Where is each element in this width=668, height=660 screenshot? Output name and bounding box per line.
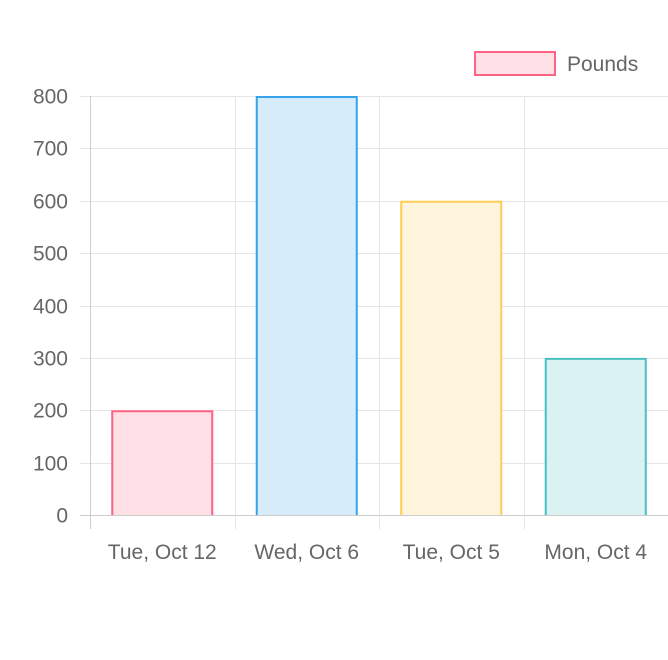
bar-chart: 0 100 200 300 400 500 600 700 800 Tue, Oct 12 Wed… — [0, 0, 668, 660]
x-tick-label: Wed, Oct 6 — [254, 541, 359, 564]
y-tick-label: 800 — [33, 86, 68, 109]
bar[interactable] — [255, 96, 358, 515]
y-tick-label: 100 — [33, 453, 68, 476]
y-tick-labels: 0 100 200 300 400 500 600 700 800 — [33, 86, 68, 528]
y-tick-label: 600 — [33, 191, 68, 214]
x-tick-label: Mon, Oct 4 — [544, 541, 647, 564]
bar[interactable] — [544, 357, 647, 515]
x-tick-labels: Tue, Oct 12 Wed, Oct 6 Tue, Oct 5 Mon, Oct … — [108, 541, 648, 564]
x-tick-label: Tue, Oct 12 — [108, 541, 217, 564]
y-tick-label: 200 — [33, 400, 68, 423]
legend[interactable]: Pounds — [474, 51, 638, 76]
y-tick-label: 700 — [33, 138, 68, 161]
legend-swatch-pounds[interactable] — [474, 51, 556, 76]
y-tick-label: 0 — [56, 505, 68, 528]
y-tick-label: 300 — [33, 348, 68, 371]
y-tick-label: 400 — [33, 296, 68, 319]
chart-canvas: 0 100 200 300 400 500 600 700 800 Tue, Oct 12 Wed… — [33, 51, 668, 564]
legend-label-pounds[interactable]: Pounds — [567, 53, 638, 76]
x-tick-label: Tue, Oct 5 — [403, 541, 500, 564]
bar[interactable] — [400, 200, 503, 515]
bar[interactable] — [111, 410, 214, 515]
y-tick-label: 500 — [33, 243, 68, 266]
